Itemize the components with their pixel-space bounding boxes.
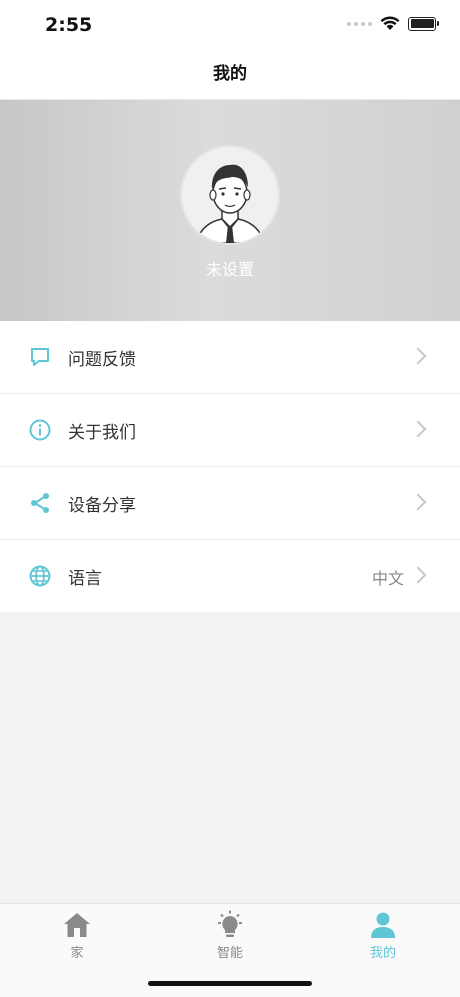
tab-smart[interactable]: 智能	[180, 910, 280, 961]
status-time: 2:55	[45, 14, 93, 36]
page-title: 我的	[213, 64, 247, 84]
chevron-right-icon	[409, 566, 427, 584]
tab-mine[interactable]: 我的	[333, 910, 433, 961]
home-indicator	[148, 981, 312, 986]
message-icon	[31, 348, 49, 366]
menu-item-language[interactable]: 语言 中文	[0, 540, 460, 612]
user-avatar-icon[interactable]	[180, 145, 280, 245]
tab-label: 家	[70, 946, 84, 961]
menu-item-share[interactable]: 设备分享	[0, 467, 460, 540]
menu-item-label: 问题反馈	[68, 350, 136, 370]
chevron-right-icon	[409, 347, 427, 365]
tab-label: 我的	[369, 946, 396, 961]
globe-icon	[29, 565, 51, 587]
tab-home[interactable]: 家	[27, 910, 127, 961]
settings-menu: 问题反馈 关于我们 设备分享 语言 中文	[0, 321, 460, 612]
home-icon	[64, 913, 90, 937]
chevron-right-icon	[409, 420, 427, 438]
person-icon	[371, 912, 395, 938]
info-icon	[29, 419, 51, 441]
nav-bar: 我的	[0, 50, 460, 100]
profile-header: 未设置	[0, 100, 460, 321]
menu-item-label: 设备分享	[68, 496, 136, 516]
chevron-right-icon	[409, 493, 427, 511]
wifi-icon	[380, 16, 400, 30]
status-icons	[347, 16, 439, 31]
menu-item-label: 语言	[68, 569, 102, 589]
profile-name[interactable]: 未设置	[0, 256, 460, 280]
status-bar: 2:55	[0, 0, 460, 50]
lightbulb-icon	[218, 910, 242, 937]
language-value: 中文	[371, 569, 404, 588]
menu-item-label: 关于我们	[68, 423, 136, 443]
battery-icon	[408, 16, 439, 31]
menu-item-about[interactable]: 关于我们	[0, 394, 460, 467]
menu-item-feedback[interactable]: 问题反馈	[0, 321, 460, 394]
signal-icon	[347, 21, 372, 26]
share-icon	[31, 493, 49, 513]
tab-label: 智能	[216, 946, 243, 961]
